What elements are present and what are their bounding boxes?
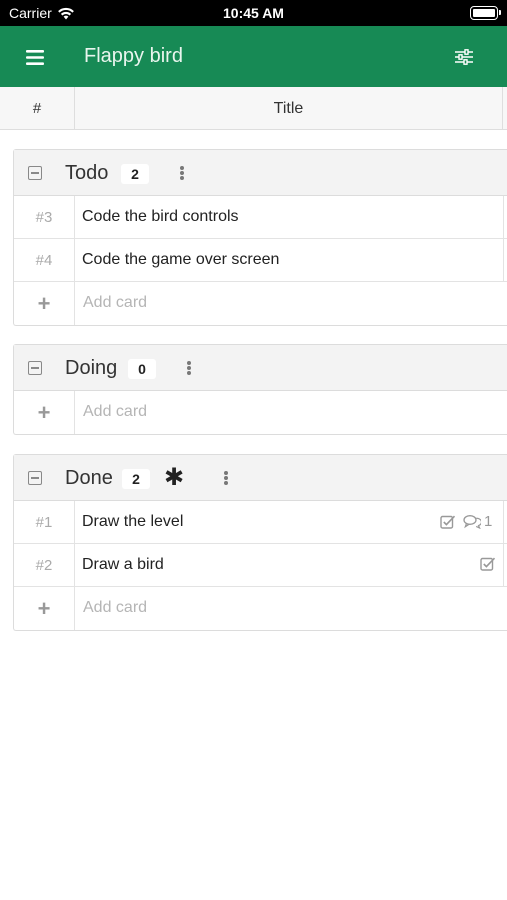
group-name: Todo bbox=[65, 162, 109, 184]
more-vertical-icon[interactable] bbox=[184, 359, 194, 377]
group-name: Done bbox=[65, 467, 113, 489]
add-card-row[interactable]: + Add card bbox=[14, 391, 507, 434]
group-header-todo: Todo 2 bbox=[14, 150, 507, 196]
group-todo: Todo 2 #3 Code the bird controls #4 Code… bbox=[13, 149, 507, 326]
plus-icon: + bbox=[14, 282, 75, 325]
card-number: #1 bbox=[14, 501, 75, 544]
card-badges: 1 bbox=[440, 513, 492, 530]
board-title: Flappy bird bbox=[84, 45, 183, 67]
card-row[interactable]: #4 Code the game over screen bbox=[14, 239, 507, 282]
menu-button[interactable] bbox=[18, 44, 52, 70]
group-header-doing: Doing 0 bbox=[14, 345, 507, 391]
card-number: #3 bbox=[14, 196, 75, 239]
add-card-input[interactable]: Add card bbox=[83, 403, 147, 421]
card-number: #2 bbox=[14, 544, 75, 587]
done-marker-icon: ✱ bbox=[164, 464, 185, 491]
add-card-row[interactable]: + Add card bbox=[14, 587, 507, 630]
status-bar: Carrier 10:45 AM bbox=[0, 0, 507, 26]
card-row[interactable]: #2 Draw a bird bbox=[14, 544, 507, 587]
group-name: Doing bbox=[65, 357, 118, 379]
more-vertical-icon[interactable] bbox=[221, 469, 231, 487]
card-number: #4 bbox=[14, 239, 75, 282]
comments-badge: 1 bbox=[463, 513, 492, 530]
sliders-icon bbox=[455, 49, 473, 65]
battery-icon bbox=[470, 6, 501, 20]
comments-icon bbox=[463, 515, 481, 529]
card-row[interactable]: #1 Draw the level 1 bbox=[14, 501, 507, 544]
title-column-header[interactable]: Title bbox=[75, 87, 503, 130]
add-card-input[interactable]: Add card bbox=[83, 294, 147, 312]
card-count-badge: 2 bbox=[121, 164, 149, 184]
card-title: Draw a bird bbox=[82, 556, 164, 573]
group-done: Done 2 ✱ #1 Draw the level 1 #2 Draw a b… bbox=[13, 454, 507, 631]
group-header-done: Done 2 ✱ bbox=[14, 455, 507, 501]
clock: 10:45 AM bbox=[223, 5, 284, 21]
card-title: Code the bird controls bbox=[82, 208, 239, 225]
checklist-icon bbox=[480, 557, 496, 571]
hamburger-menu-icon bbox=[26, 49, 44, 65]
card-row[interactable]: #3 Code the bird controls bbox=[14, 196, 507, 239]
plus-icon: + bbox=[14, 587, 75, 630]
collapse-icon[interactable] bbox=[28, 166, 42, 180]
card-count-badge: 2 bbox=[122, 469, 150, 489]
checklist-icon bbox=[440, 515, 456, 529]
number-column-header[interactable]: # bbox=[0, 87, 75, 130]
filter-settings-button[interactable] bbox=[450, 44, 478, 70]
plus-icon: + bbox=[14, 391, 75, 434]
card-count-badge: 0 bbox=[128, 359, 156, 379]
add-card-input[interactable]: Add card bbox=[83, 599, 147, 617]
more-vertical-icon[interactable] bbox=[177, 164, 187, 182]
card-title: Code the game over screen bbox=[82, 251, 280, 268]
add-card-row[interactable]: + Add card bbox=[14, 282, 507, 325]
app-bar: Flappy bird bbox=[0, 26, 507, 87]
comment-count: 1 bbox=[484, 513, 493, 530]
group-doing: Doing 0 + Add card bbox=[13, 344, 507, 435]
card-badges bbox=[480, 556, 496, 572]
table-header: # Title bbox=[0, 87, 507, 130]
collapse-icon[interactable] bbox=[28, 471, 42, 485]
card-title: Draw the level bbox=[82, 513, 184, 530]
collapse-icon[interactable] bbox=[28, 361, 42, 375]
